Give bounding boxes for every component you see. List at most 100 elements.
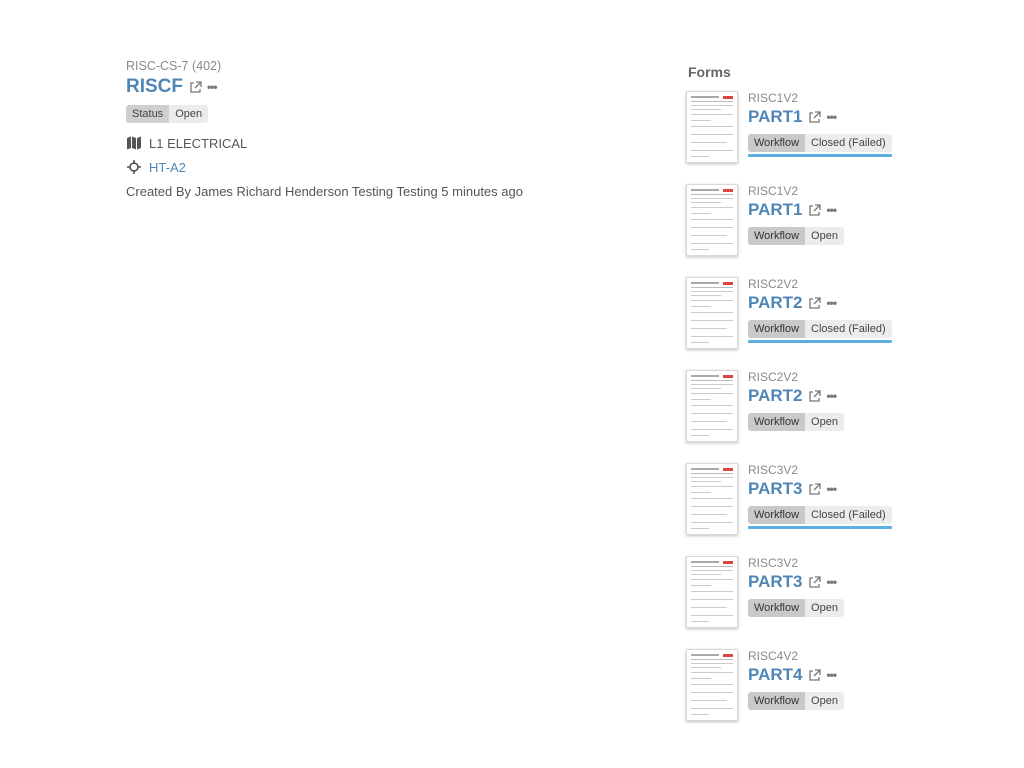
form-thumbnail[interactable] — [686, 556, 738, 628]
workflow-badge: Workflow Open — [748, 599, 844, 617]
form-title-row: PART2 ••• — [748, 292, 988, 314]
ellipsis-icon[interactable]: ••• — [826, 669, 837, 681]
ellipsis-icon[interactable]: ••• — [826, 297, 837, 309]
external-link-icon[interactable] — [808, 203, 822, 217]
workflow-badge-wrap: Workflow Open — [748, 226, 844, 245]
status-badge-key: Status — [126, 105, 170, 123]
workflow-badge-wrap: Workflow Open — [748, 412, 844, 431]
workflow-badge-wrap: Workflow Open — [748, 598, 844, 617]
record-reference: RISC-CS-7 (402) — [126, 59, 222, 73]
ellipsis-icon[interactable]: ••• — [826, 111, 837, 123]
form-title[interactable]: PART4 — [748, 665, 802, 685]
workflow-badge-key: Workflow — [748, 227, 806, 245]
form-title[interactable]: PART2 — [748, 293, 802, 313]
external-link-icon[interactable] — [808, 575, 822, 589]
workflow-badge-value: Open — [805, 692, 844, 710]
form-title[interactable]: PART1 — [748, 107, 802, 127]
workflow-badge-key: Workflow — [748, 134, 806, 152]
form-title[interactable]: PART3 — [748, 572, 802, 592]
form-title-row: PART4 ••• — [748, 664, 988, 686]
form-title[interactable]: PART3 — [748, 479, 802, 499]
failed-indicator-bar — [748, 526, 892, 529]
workflow-badge: Workflow Open — [748, 692, 844, 710]
workflow-badge: Workflow Open — [748, 227, 844, 245]
workflow-badge-value: Closed (Failed) — [805, 134, 892, 152]
workflow-badge-wrap: Workflow Closed (Failed) — [748, 319, 892, 343]
ellipsis-icon[interactable]: ••• — [207, 81, 218, 93]
workflow-badge-key: Workflow — [748, 506, 806, 524]
form-list-item: RISC3V2 PART3 ••• Workflow Open — [686, 556, 1006, 649]
form-code: RISC1V2 — [748, 184, 799, 198]
workflow-badge-value: Open — [805, 599, 844, 617]
workflow-badge: Workflow Closed (Failed) — [748, 506, 892, 524]
record-panel: RISC-CS-7 (402) RISCF ••• Status Open L1… — [126, 58, 646, 203]
ellipsis-icon[interactable]: ••• — [826, 390, 837, 402]
workflow-badge-value: Closed (Failed) — [805, 506, 892, 524]
form-title-row: PART3 ••• — [748, 478, 988, 500]
form-list-item: RISC1V2 PART1 ••• Workflow Open — [686, 184, 1006, 277]
position-link[interactable]: HT-A2 — [149, 160, 186, 175]
form-list-item: RISC2V2 PART2 ••• Workflow Open — [686, 370, 1006, 463]
form-info: RISC3V2 PART3 ••• Workflow Closed (Faile… — [748, 463, 988, 529]
form-info: RISC4V2 PART4 ••• Workflow Open — [748, 649, 988, 710]
form-title[interactable]: PART2 — [748, 386, 802, 406]
form-list: RISC1V2 PART1 ••• Workflow Closed (Faile… — [686, 91, 1006, 742]
workflow-badge: Workflow Closed (Failed) — [748, 320, 892, 338]
external-link-icon[interactable] — [808, 668, 822, 682]
ellipsis-icon[interactable]: ••• — [826, 576, 837, 588]
ellipsis-icon[interactable]: ••• — [826, 204, 837, 216]
form-code: RISC2V2 — [748, 370, 799, 384]
workflow-badge-key: Workflow — [748, 599, 806, 617]
location-text: L1 ELECTRICAL — [149, 135, 248, 151]
form-thumbnail[interactable] — [686, 649, 738, 721]
map-icon — [126, 135, 142, 151]
status-badge: Status Open — [126, 105, 209, 123]
external-link-icon[interactable] — [808, 482, 822, 496]
workflow-badge: Workflow Open — [748, 413, 844, 431]
ellipsis-icon[interactable]: ••• — [826, 483, 837, 495]
record-title[interactable]: RISCF — [126, 76, 183, 98]
form-list-item: RISC2V2 PART2 ••• Workflow Closed (Faile… — [686, 277, 1006, 370]
form-info: RISC2V2 PART2 ••• Workflow Closed (Faile… — [748, 277, 988, 343]
form-code: RISC2V2 — [748, 277, 799, 291]
form-thumbnail[interactable] — [686, 184, 738, 256]
workflow-badge-wrap: Workflow Closed (Failed) — [748, 133, 892, 157]
form-thumbnail[interactable] — [686, 277, 738, 349]
form-info: RISC2V2 PART2 ••• Workflow Open — [748, 370, 988, 431]
page: RISC-CS-7 (402) RISCF ••• Status Open L1… — [0, 0, 1024, 768]
workflow-badge-key: Workflow — [748, 413, 806, 431]
workflow-badge-value: Open — [805, 413, 844, 431]
failed-indicator-bar — [748, 154, 892, 157]
external-link-icon[interactable] — [808, 110, 822, 124]
form-code: RISC3V2 — [748, 556, 799, 570]
form-code: RISC1V2 — [748, 91, 799, 105]
location-row: L1 ELECTRICAL — [126, 131, 646, 155]
form-code: RISC3V2 — [748, 463, 799, 477]
form-title-row: PART1 ••• — [748, 199, 988, 221]
form-list-item: RISC4V2 PART4 ••• Workflow Open — [686, 649, 1006, 742]
form-title[interactable]: PART1 — [748, 200, 802, 220]
forms-heading: Forms — [688, 64, 731, 80]
record-title-row: RISCF ••• — [126, 76, 646, 98]
form-thumbnail[interactable] — [686, 91, 738, 163]
form-thumbnail[interactable] — [686, 463, 738, 535]
created-by-text: Created By James Richard Henderson Testi… — [126, 183, 523, 199]
workflow-badge-value: Open — [805, 227, 844, 245]
position-row: HT-A2 — [126, 155, 646, 179]
workflow-badge-wrap: Workflow Closed (Failed) — [748, 505, 892, 529]
failed-indicator-bar — [748, 340, 892, 343]
workflow-badge-key: Workflow — [748, 320, 806, 338]
form-list-item: RISC3V2 PART3 ••• Workflow Closed (Faile… — [686, 463, 1006, 556]
external-link-icon[interactable] — [808, 389, 822, 403]
external-link-icon[interactable] — [189, 80, 202, 94]
forms-panel: Forms RISC1V2 PART1 ••• Workflow Closed … — [686, 62, 1006, 742]
workflow-badge-value: Closed (Failed) — [805, 320, 892, 338]
workflow-badge-key: Workflow — [748, 692, 806, 710]
form-info: RISC1V2 PART1 ••• Workflow Open — [748, 184, 988, 245]
external-link-icon[interactable] — [808, 296, 822, 310]
form-list-item: RISC1V2 PART1 ••• Workflow Closed (Faile… — [686, 91, 1006, 184]
status-badge-value: Open — [169, 105, 209, 123]
form-info: RISC1V2 PART1 ••• Workflow Closed (Faile… — [748, 91, 988, 157]
crosshair-icon — [126, 159, 142, 175]
form-thumbnail[interactable] — [686, 370, 738, 442]
